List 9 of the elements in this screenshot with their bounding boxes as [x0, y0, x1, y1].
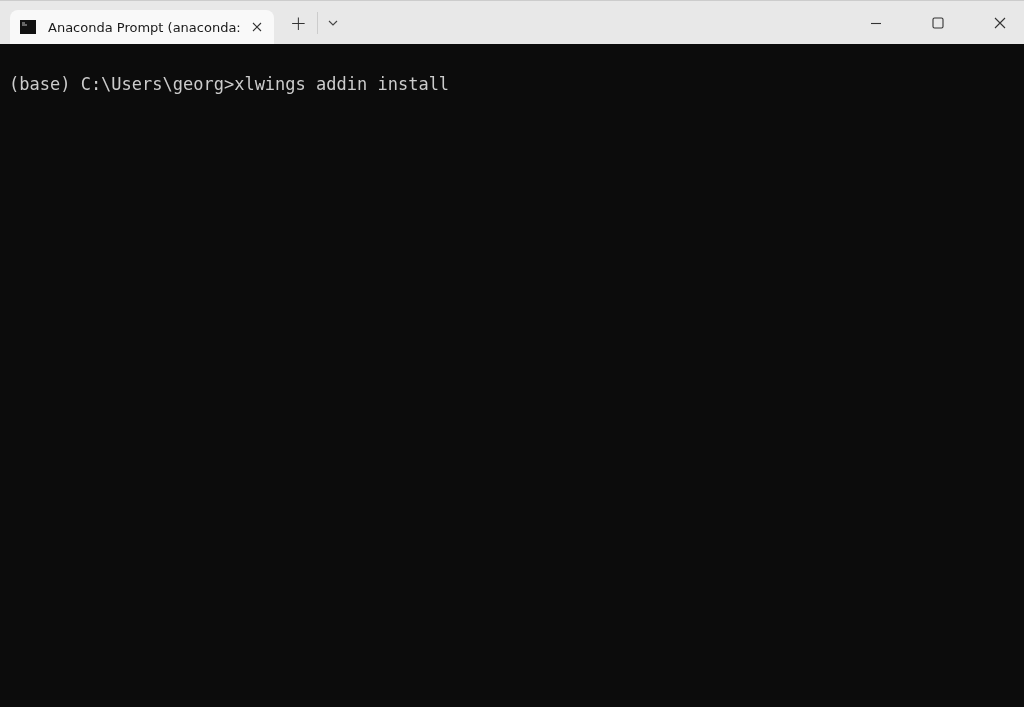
terminal-line: (base) C:\Users\georg>xlwings addin install	[9, 74, 450, 94]
dropdown-icon[interactable]	[327, 19, 338, 26]
terminal-icon	[20, 20, 36, 34]
close-icon[interactable]	[994, 16, 1006, 29]
new-tab-button[interactable]: +	[284, 10, 313, 35]
tab[interactable]: Anaconda Prompt (anaconda:	[10, 10, 274, 44]
maximize-icon[interactable]	[932, 16, 944, 29]
tab-title: Anaconda Prompt (anaconda:	[48, 19, 240, 35]
close-tab-icon[interactable]	[252, 22, 262, 32]
